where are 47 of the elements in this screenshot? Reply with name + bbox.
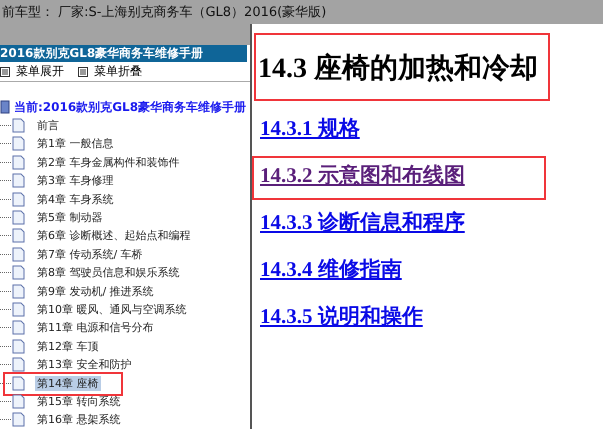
document-icon: [12, 412, 25, 428]
document-icon: [12, 338, 25, 354]
tree-item[interactable]: 第2章 车身金属构件和装饰件: [35, 154, 182, 170]
section-link[interactable]: 14.3.3 诊断信息和程序: [260, 209, 465, 236]
tree-item[interactable]: 第14章 座椅: [35, 376, 100, 391]
window-title: 前车型： 厂家:S-上海别克商务车（GL8）2016(豪华版): [2, 4, 326, 21]
tree-item[interactable]: 第16章 悬架系统: [35, 412, 122, 428]
book-icon: [0, 100, 10, 114]
tree-item[interactable]: 第5章 制动器: [35, 210, 104, 225]
tree-item[interactable]: 第10章 暖风、通风与空调系统: [35, 302, 188, 317]
tree-item[interactable]: 第3章 车身修理: [35, 173, 116, 188]
sidebar-header: 2016款别克GL8豪华商务车维修手册: [0, 45, 247, 62]
document-icon: [12, 173, 25, 188]
document-icon: [12, 246, 25, 262]
tree-item[interactable]: 第13章 安全和防护: [35, 357, 134, 372]
document-icon: [12, 136, 25, 152]
tree-item[interactable]: 第15章 转向系统: [35, 394, 122, 409]
tree-item[interactable]: 第12章 车顶: [35, 338, 100, 354]
page-heading: 14.3 座椅的加热和冷却: [258, 52, 539, 86]
tree-root[interactable]: 当前:2016款别克GL8豪华商务车维修手册: [14, 98, 246, 116]
document-icon: [12, 228, 25, 244]
section-link[interactable]: 14.3.5 说明和操作: [260, 303, 423, 330]
toolbar-link[interactable]: 菜单展开: [16, 63, 64, 80]
section-link[interactable]: 14.3.2 示意图和布线图: [260, 162, 465, 189]
document-icon: [12, 357, 25, 372]
tree-item[interactable]: 第8章 驾驶员信息和娱乐系统: [35, 265, 182, 280]
tree-item[interactable]: 第11章 电源和信号分布: [35, 320, 156, 336]
tree-item[interactable]: 第1章 一般信息: [35, 136, 116, 152]
document-icon: [12, 210, 25, 225]
section-link[interactable]: 14.3.4 维修指南: [260, 256, 402, 283]
document-icon: [12, 376, 25, 391]
document-icon: [12, 118, 25, 134]
tree-item[interactable]: 第7章 传动系统/ 车桥: [35, 246, 145, 262]
tree-item[interactable]: 第9章 发动机/ 推进系统: [35, 284, 156, 299]
section-link[interactable]: 14.3.1 规格: [260, 115, 360, 142]
tree-item[interactable]: 第6章 诊断概述、起始点和编程: [35, 228, 192, 244]
tree-item[interactable]: 第4章 车身系统: [35, 192, 116, 207]
toolbar-link[interactable]: 菜单折叠: [94, 63, 142, 80]
document-icon: [12, 265, 25, 280]
menu-icon: [78, 66, 88, 77]
document-icon: [12, 302, 25, 317]
document-icon: [12, 154, 25, 170]
tree-item[interactable]: 前言: [35, 118, 61, 134]
document-icon: [12, 394, 25, 409]
document-icon: [12, 320, 25, 336]
document-icon: [12, 284, 25, 299]
document-icon: [12, 192, 25, 207]
